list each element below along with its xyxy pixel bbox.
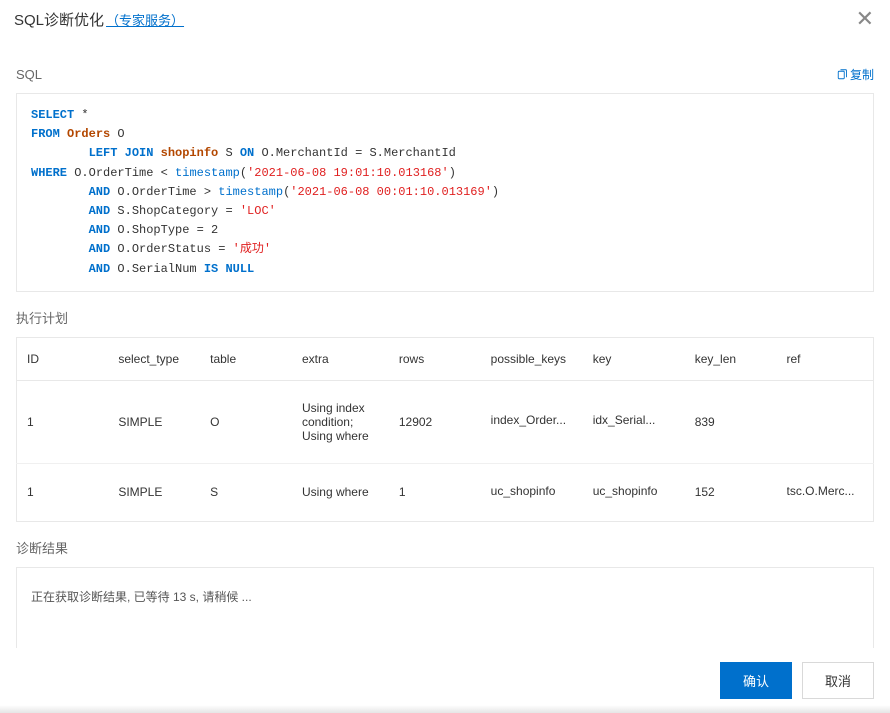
cell-id: 1: [17, 380, 109, 463]
cell-key[interactable]: uc_shopinfo: [583, 463, 685, 521]
table-row: 1 SIMPLE O Using index condition; Using …: [17, 380, 874, 463]
sql-str: '2021-06-08 19:01:10.013168': [247, 166, 449, 180]
cell-ref: tsc.O.Merc...: [777, 463, 874, 521]
sql-str: '成功': [233, 242, 271, 256]
sql-kw: IS: [204, 262, 218, 276]
col-key: key: [583, 337, 685, 380]
cell-rows: 12902: [389, 380, 481, 463]
sql-kw: NULL: [218, 262, 254, 276]
sql-text: O.SerialNum: [110, 262, 204, 276]
copy-button[interactable]: 复制: [836, 66, 874, 83]
cell-select-type: SIMPLE: [108, 463, 200, 521]
sql-text: S.ShopCategory =: [110, 204, 240, 218]
sql-text: O.OrderTime >: [110, 185, 218, 199]
col-select-type: select_type: [108, 337, 200, 380]
cell-ref: [777, 380, 874, 463]
sql-fn: timestamp: [218, 185, 283, 199]
sql-text: O.OrderStatus =: [110, 242, 232, 256]
sql-text: O.MerchantId = S.MerchantId: [254, 146, 456, 160]
cell-table[interactable]: S: [200, 463, 292, 521]
cell-extra: Using where: [292, 463, 389, 521]
col-ref: ref: [777, 337, 874, 380]
sql-fn: timestamp: [175, 166, 240, 180]
col-key-len: key_len: [685, 337, 777, 380]
col-rows: rows: [389, 337, 481, 380]
ok-button[interactable]: 确认: [720, 662, 792, 699]
sql-text: *: [74, 108, 88, 122]
sql-str: '2021-06-08 00:01:10.013169': [290, 185, 492, 199]
sql-kw: FROM: [31, 127, 60, 141]
diagnosis-result-box: 正在获取诊断结果, 已等待 13 s, 请稍候 ...: [16, 567, 874, 648]
sql-code-box[interactable]: SELECT * FROM Orders O LEFT JOIN shopinf…: [16, 93, 874, 292]
table-header-row: ID select_type table extra rows possible…: [17, 337, 874, 380]
cell-key-len: 839: [685, 380, 777, 463]
expert-service-link[interactable]: （专家服务）: [106, 13, 184, 28]
result-section-title: 诊断结果: [16, 538, 874, 557]
dialog-title-wrap: SQL诊断优化（专家服务）: [14, 9, 184, 30]
sql-table: shopinfo: [153, 146, 225, 160]
cancel-button[interactable]: 取消: [802, 662, 874, 699]
col-table: table: [200, 337, 292, 380]
sql-table: Orders: [60, 127, 118, 141]
cell-rows: 1: [389, 463, 481, 521]
loading-text: 正在获取诊断结果, 已等待 13 s, 请稍候 ...: [31, 590, 252, 604]
cell-table[interactable]: O: [200, 380, 292, 463]
dialog-body: SQL 复制 SELECT * FROM Orders O LEFT JOIN …: [0, 40, 890, 648]
copy-label: 复制: [850, 66, 874, 83]
close-icon[interactable]: ✕: [856, 8, 874, 30]
sql-kw: AND: [89, 223, 111, 237]
col-possible-keys: possible_keys: [481, 337, 583, 380]
sql-diagnosis-dialog: SQL诊断优化（专家服务） ✕ SQL 复制 SELECT * FROM Ord…: [0, 0, 890, 713]
cell-id: 1: [17, 463, 109, 521]
sql-str: 'LOC': [240, 204, 276, 218]
cell-key[interactable]: idx_Serial...: [583, 380, 685, 463]
plan-section-title: 执行计划: [16, 308, 874, 327]
dialog-title: SQL诊断优化: [14, 12, 104, 29]
sql-section-header: SQL 复制: [16, 66, 874, 83]
sql-text: O.OrderTime <: [67, 166, 175, 180]
col-id: ID: [17, 337, 109, 380]
sql-kw: ON: [240, 146, 254, 160]
table-row: 1 SIMPLE S Using where 1 uc_shopinfo uc_…: [17, 463, 874, 521]
sql-kw: SELECT: [31, 108, 74, 122]
execution-plan-table: ID select_type table extra rows possible…: [16, 337, 874, 522]
sql-kw: AND: [89, 242, 111, 256]
sql-text: O: [117, 127, 124, 141]
sql-text: S: [225, 146, 239, 160]
sql-kw: AND: [89, 204, 111, 218]
dialog-footer: 确认 取消: [0, 648, 890, 713]
sql-kw: AND: [89, 185, 111, 199]
cell-key-len: 152: [685, 463, 777, 521]
sql-text: O.ShopType = 2: [110, 223, 218, 237]
cell-select-type: SIMPLE: [108, 380, 200, 463]
dialog-header: SQL诊断优化（专家服务） ✕: [0, 0, 890, 40]
cell-possible-keys[interactable]: uc_shopinfo: [481, 463, 583, 521]
copy-icon: [836, 69, 848, 81]
sql-kw: LEFT JOIN: [89, 146, 154, 160]
cell-extra: Using index condition; Using where: [292, 380, 389, 463]
cell-possible-keys[interactable]: index_Order...: [481, 380, 583, 463]
sql-kw: WHERE: [31, 166, 67, 180]
sql-section-title: SQL: [16, 67, 42, 82]
col-extra: extra: [292, 337, 389, 380]
sql-kw: AND: [89, 262, 111, 276]
